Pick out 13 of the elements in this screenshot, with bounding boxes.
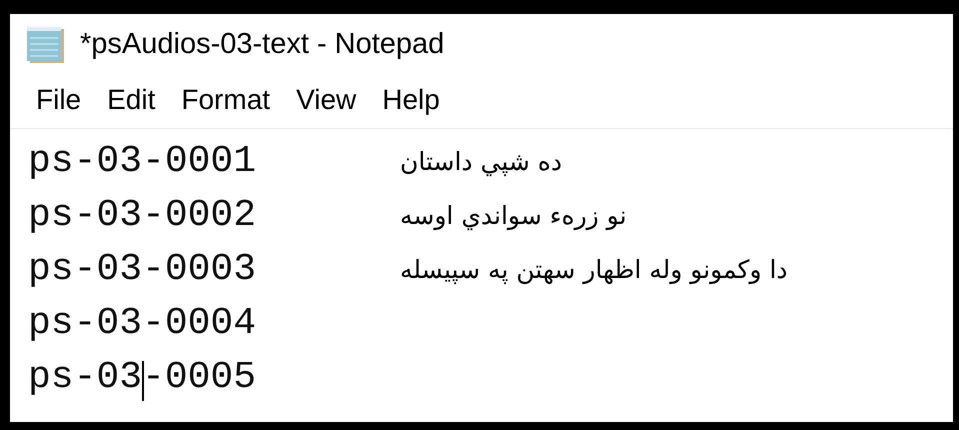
line-id: ps-03-0002 — [28, 197, 258, 235]
menu-item[interactable]: Help — [382, 79, 440, 121]
line-text: دا وكمونو وله اظهار سهتن په سپيسله — [400, 254, 788, 286]
line-id: ps-03-0004 — [28, 305, 258, 343]
window-title: *psAudios-03-text - Notepad — [80, 27, 444, 62]
line-text: ده شپي داستان — [400, 146, 562, 178]
menu-item[interactable]: Format — [181, 79, 270, 121]
menu-item[interactable]: Edit — [107, 79, 156, 121]
menu-item[interactable]: File — [36, 79, 82, 121]
line-text: نو زرهء سواندي اوسه — [400, 200, 627, 232]
line-id: ps-03-0001 — [28, 143, 258, 181]
menu-item[interactable]: View — [296, 79, 356, 121]
line-id: ps-03-0003 — [28, 251, 258, 289]
